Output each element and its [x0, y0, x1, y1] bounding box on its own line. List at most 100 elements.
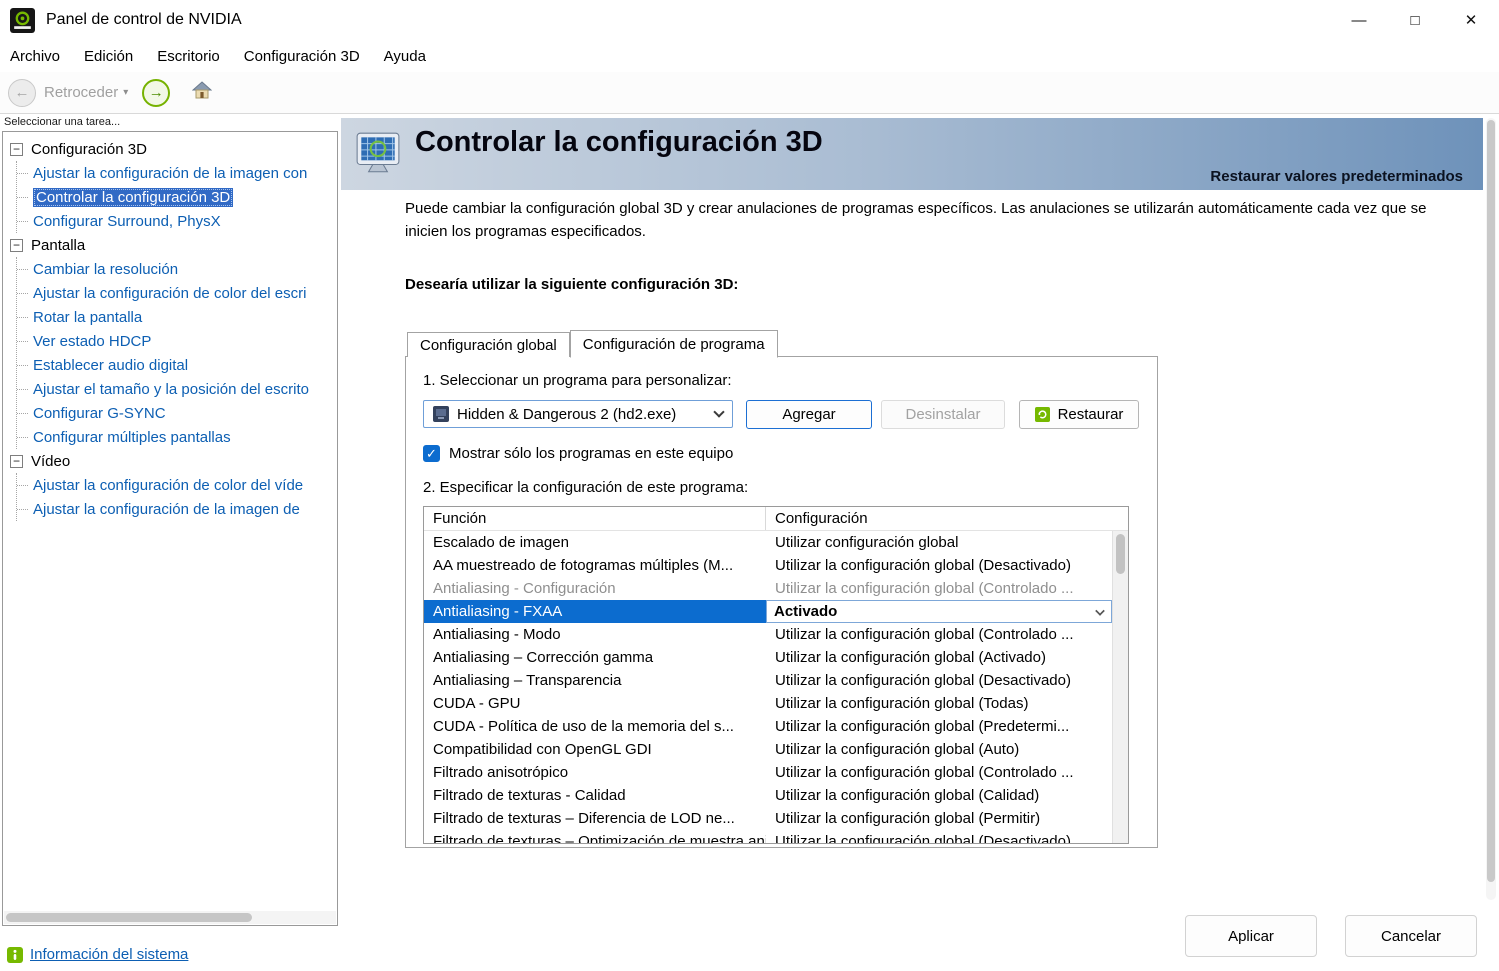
back-button[interactable]: ← [8, 78, 36, 107]
setting-cell[interactable]: Utilizar la configuración global (Contro… [766, 577, 1112, 600]
table-row[interactable]: Filtrado de texturas – Diferencia de LOD… [424, 807, 1128, 830]
content-vertical-scrollbar[interactable] [1486, 118, 1496, 900]
tab-configuracion-global[interactable]: Configuración global [407, 332, 570, 357]
sidebar-item-controlar-3d[interactable]: Controlar la configuración 3D [17, 185, 337, 209]
setting-cell[interactable]: Utilizar la configuración global (Contro… [766, 623, 1112, 646]
function-cell[interactable]: Escalado de imagen [424, 531, 766, 554]
sidebar-item-label-selected[interactable]: Controlar la configuración 3D [33, 187, 234, 207]
apply-button[interactable]: Aplicar [1185, 915, 1317, 957]
sidebar-item-tamano-posicion[interactable]: Ajustar el tamaño y la posición del escr… [17, 377, 337, 401]
tree-section-label[interactable]: Vídeo [31, 453, 70, 470]
sidebar-item-ajustar-imagen[interactable]: Ajustar la configuración de la imagen co… [17, 161, 337, 185]
collapse-box-icon[interactable]: − [10, 238, 23, 252]
sidebar-item-label[interactable]: Rotar la pantalla [33, 309, 142, 326]
setting-cell[interactable]: Utilizar la configuración global (Activa… [766, 646, 1112, 669]
function-cell[interactable]: Antialiasing - Configuración [424, 577, 766, 600]
minimize-button[interactable]: — [1331, 0, 1387, 40]
setting-cell[interactable]: Utilizar la configuración global (Todas) [766, 692, 1112, 715]
sidebar-item-surround-physx[interactable]: Configurar Surround, PhysX [17, 209, 337, 233]
setting-cell[interactable]: Utilizar la configuración global (Desact… [766, 669, 1112, 692]
sidebar-item-color-escritorio[interactable]: Ajustar la configuración de color del es… [17, 281, 337, 305]
function-cell[interactable]: Antialiasing - FXAA [424, 600, 766, 623]
sidebar-item-label[interactable]: Ajustar la configuración de color del ví… [33, 477, 303, 494]
setting-cell[interactable]: Utilizar la configuración global (Predet… [766, 715, 1112, 738]
table-row[interactable]: Filtrado de texturas - Calidad Utilizar … [424, 784, 1128, 807]
table-row[interactable]: Escalado de imagen Utilizar configuració… [424, 531, 1128, 554]
content-vertical-scrollbar-thumb[interactable] [1487, 120, 1495, 882]
sidebar-item-label[interactable]: Ajustar el tamaño y la posición del escr… [33, 381, 309, 398]
collapse-box-icon[interactable]: − [10, 454, 23, 468]
sidebar-item-label[interactable]: Ajustar la configuración de color del es… [33, 285, 306, 302]
back-button-label[interactable]: Retroceder [44, 84, 118, 101]
add-button[interactable]: Agregar [746, 400, 872, 429]
menu-item-edicion[interactable]: Edición [84, 48, 133, 65]
cancel-button[interactable]: Cancelar [1345, 915, 1477, 957]
menu-item-configuracion-3d[interactable]: Configuración 3D [244, 48, 360, 65]
sidebar-item-label[interactable]: Ajustar la configuración de la imagen co… [33, 165, 307, 182]
setting-cell[interactable]: Utilizar la configuración global (Desact… [766, 554, 1112, 577]
table-row[interactable]: Antialiasing – Corrección gamma Utilizar… [424, 646, 1128, 669]
setting-value-dropdown[interactable]: Activado [766, 600, 1112, 623]
tree-section-label[interactable]: Configuración 3D [31, 141, 147, 158]
sidebar-item-color-video[interactable]: Ajustar la configuración de color del ví… [17, 473, 337, 497]
maximize-button[interactable]: □ [1387, 0, 1443, 40]
sidebar-item-label[interactable]: Ajustar la configuración de la imagen de [33, 501, 300, 518]
show-only-programs-label[interactable]: Mostrar sólo los programas en este equip… [449, 445, 733, 462]
table-row[interactable]: Antialiasing - Modo Utilizar la configur… [424, 623, 1128, 646]
menu-item-ayuda[interactable]: Ayuda [384, 48, 426, 65]
sidebar-item-label[interactable]: Configurar G-SYNC [33, 405, 166, 422]
table-row-selected[interactable]: Antialiasing - FXAA Activado [424, 600, 1128, 623]
tree-section-label[interactable]: Pantalla [31, 237, 85, 254]
sidebar-horizontal-scrollbar[interactable] [4, 911, 336, 924]
system-info-link[interactable]: Información del sistema [30, 946, 188, 963]
uninstall-button[interactable]: Desinstalar [881, 400, 1005, 429]
table-row[interactable]: Filtrado de texturas – Optimización de m… [424, 830, 1128, 843]
show-only-programs-row[interactable]: ✓ Mostrar sólo los programas en este equ… [423, 445, 733, 462]
sidebar-item-imagen-video[interactable]: Ajustar la configuración de la imagen de [17, 497, 337, 521]
sidebar-item-label[interactable]: Ver estado HDCP [33, 333, 151, 350]
table-vertical-scrollbar[interactable] [1112, 531, 1128, 843]
function-cell[interactable]: Filtrado de texturas – Optimización de m… [424, 830, 766, 843]
sidebar-item-audio-digital[interactable]: Establecer audio digital [17, 353, 337, 377]
program-select-combobox[interactable]: Hidden & Dangerous 2 (hd2.exe) [423, 400, 733, 428]
column-header-funcion[interactable]: Función [424, 507, 766, 530]
show-only-programs-checkbox[interactable]: ✓ [423, 445, 440, 462]
setting-cell[interactable]: Utilizar la configuración global (Permit… [766, 807, 1112, 830]
menu-item-escritorio[interactable]: Escritorio [157, 48, 220, 65]
setting-cell[interactable]: Utilizar configuración global [766, 531, 1112, 554]
table-vertical-scrollbar-thumb[interactable] [1116, 534, 1125, 574]
sidebar-item-ver-estado-hdcp[interactable]: Ver estado HDCP [17, 329, 337, 353]
close-button[interactable]: ✕ [1443, 0, 1499, 40]
sidebar-horizontal-scrollbar-thumb[interactable] [6, 913, 252, 922]
tree-section-pantalla[interactable]: − Pantalla [10, 233, 337, 257]
function-cell[interactable]: CUDA - Política de uso de la memoria del… [424, 715, 766, 738]
table-row[interactable]: Compatibilidad con OpenGL GDI Utilizar l… [424, 738, 1128, 761]
sidebar-item-label[interactable]: Configurar múltiples pantallas [33, 429, 231, 446]
setting-cell[interactable]: Utilizar la configuración global (Contro… [766, 761, 1112, 784]
menu-item-archivo[interactable]: Archivo [10, 48, 60, 65]
table-row[interactable]: Filtrado anisotrópico Utilizar la config… [424, 761, 1128, 784]
function-cell[interactable]: Antialiasing – Corrección gamma [424, 646, 766, 669]
function-cell[interactable]: Antialiasing - Modo [424, 623, 766, 646]
home-button[interactable] [186, 79, 218, 107]
function-cell[interactable]: AA muestreado de fotogramas múltiples (M… [424, 554, 766, 577]
sidebar-item-label[interactable]: Establecer audio digital [33, 357, 188, 374]
function-cell[interactable]: Filtrado de texturas – Diferencia de LOD… [424, 807, 766, 830]
tab-configuracion-de-programa[interactable]: Configuración de programa [569, 330, 778, 358]
restore-defaults-link[interactable]: Restaurar valores predeterminados [1210, 168, 1463, 185]
forward-button[interactable]: → [142, 78, 171, 107]
sidebar-item-gsync[interactable]: Configurar G-SYNC [17, 401, 337, 425]
function-cell[interactable]: Antialiasing – Transparencia [424, 669, 766, 692]
collapse-box-icon[interactable]: − [10, 142, 23, 156]
back-history-dropdown[interactable]: ▾ [123, 87, 128, 98]
tree-section-configuracion-3d[interactable]: − Configuración 3D [10, 137, 337, 161]
sidebar-item-multiples-pantallas[interactable]: Configurar múltiples pantallas [17, 425, 337, 449]
setting-cell[interactable]: Utilizar la configuración global (Calida… [766, 784, 1112, 807]
function-cell[interactable]: Filtrado anisotrópico [424, 761, 766, 784]
sidebar-item-rotar-pantalla[interactable]: Rotar la pantalla [17, 305, 337, 329]
system-info[interactable]: Información del sistema [7, 946, 188, 963]
function-cell[interactable]: Compatibilidad con OpenGL GDI [424, 738, 766, 761]
restore-button[interactable]: Restaurar [1019, 400, 1139, 429]
table-row[interactable]: Antialiasing – Transparencia Utilizar la… [424, 669, 1128, 692]
table-row[interactable]: CUDA - GPU Utilizar la configuración glo… [424, 692, 1128, 715]
